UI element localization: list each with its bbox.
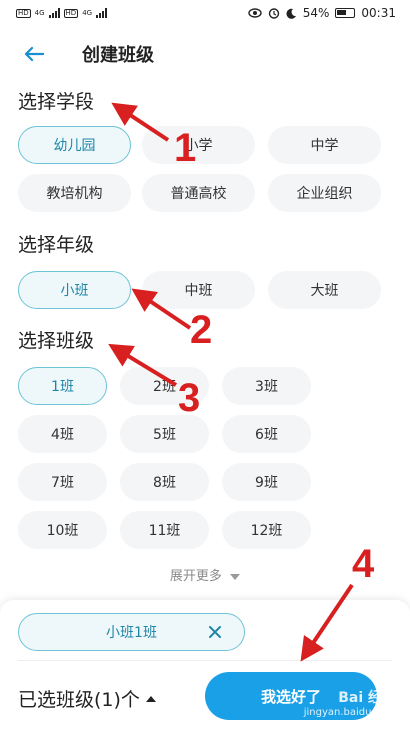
class-option[interactable]: 3班 (222, 367, 311, 405)
network-type-2: 4G (82, 9, 93, 17)
annotation-number: 2 (190, 308, 213, 352)
stage-section-title: 选择学段 (18, 91, 95, 113)
class-section-title: 选择班级 (18, 330, 95, 352)
network-type-1: 4G (34, 9, 45, 17)
watermark-url: jingyan.baidu.com (303, 707, 396, 718)
stage-option-enterprise[interactable]: 企业组织 (268, 174, 381, 212)
back-button[interactable] (14, 34, 54, 74)
annotation-number: 3 (178, 376, 201, 420)
signal-icon (96, 8, 108, 18)
class-option[interactable]: 6班 (222, 415, 311, 453)
class-option[interactable]: 7班 (18, 463, 107, 501)
arrow-left-icon (24, 46, 44, 62)
chevron-down-icon (230, 573, 241, 580)
close-icon[interactable] (206, 623, 224, 641)
class-option[interactable]: 11班 (120, 511, 209, 549)
watermark-brand: Bai 经验 (338, 690, 396, 706)
moon-icon (286, 8, 296, 19)
selected-class-label: 小班1班 (106, 625, 157, 641)
expand-more-button[interactable]: 展开更多 (0, 565, 410, 584)
grade-option-small[interactable]: 小班 (18, 271, 131, 309)
selected-count-label: 已选班级(1)个 (18, 689, 140, 711)
stage-option-university[interactable]: 普通高校 (142, 174, 255, 212)
system-status: 54% 00:31 (248, 6, 396, 20)
selected-class-tag: 小班1班 (18, 613, 245, 651)
grade-option-large[interactable]: 大班 (268, 271, 381, 309)
alarm-icon (268, 8, 279, 19)
annotation-number: 4 (352, 542, 375, 586)
signal-icon (48, 8, 60, 18)
stage-option-primary[interactable]: 小学 (142, 126, 255, 164)
class-option[interactable]: 4班 (18, 415, 107, 453)
status-bar: HD 4G HD 4G 54% 00:31 (0, 0, 410, 26)
selected-count-toggle[interactable]: 已选班级(1)个 (18, 685, 156, 712)
eye-icon (248, 8, 262, 18)
grade-section-title: 选择年级 (18, 234, 95, 256)
grade-option-middle[interactable]: 中班 (142, 271, 255, 309)
stage-option-kindergarten[interactable]: 幼儿园 (18, 126, 131, 164)
network-status: HD 4G HD 4G (16, 8, 108, 18)
stage-option-middle[interactable]: 中学 (268, 126, 381, 164)
stage-option-training[interactable]: 教培机构 (18, 174, 131, 212)
class-option[interactable]: 8班 (120, 463, 209, 501)
divider (18, 660, 392, 661)
class-option[interactable]: 9班 (222, 463, 311, 501)
class-option[interactable]: 10班 (18, 511, 107, 549)
class-option[interactable]: 12班 (222, 511, 311, 549)
page-title: 创建班级 (82, 45, 154, 66)
title-bar: 创建班级 (0, 26, 410, 82)
class-option[interactable]: 1班 (18, 367, 107, 405)
expand-more-label: 展开更多 (169, 569, 222, 584)
sim2-badge: HD (63, 8, 79, 18)
caret-up-icon (145, 695, 156, 702)
battery-icon (335, 8, 356, 18)
sim1-badge: HD (16, 8, 31, 18)
battery-percent: 54% (302, 6, 330, 20)
watermark: Bai 经验 jingyan.baidu.com (304, 687, 396, 718)
clock: 00:31 (361, 6, 396, 20)
annotation-number: 1 (174, 126, 197, 170)
